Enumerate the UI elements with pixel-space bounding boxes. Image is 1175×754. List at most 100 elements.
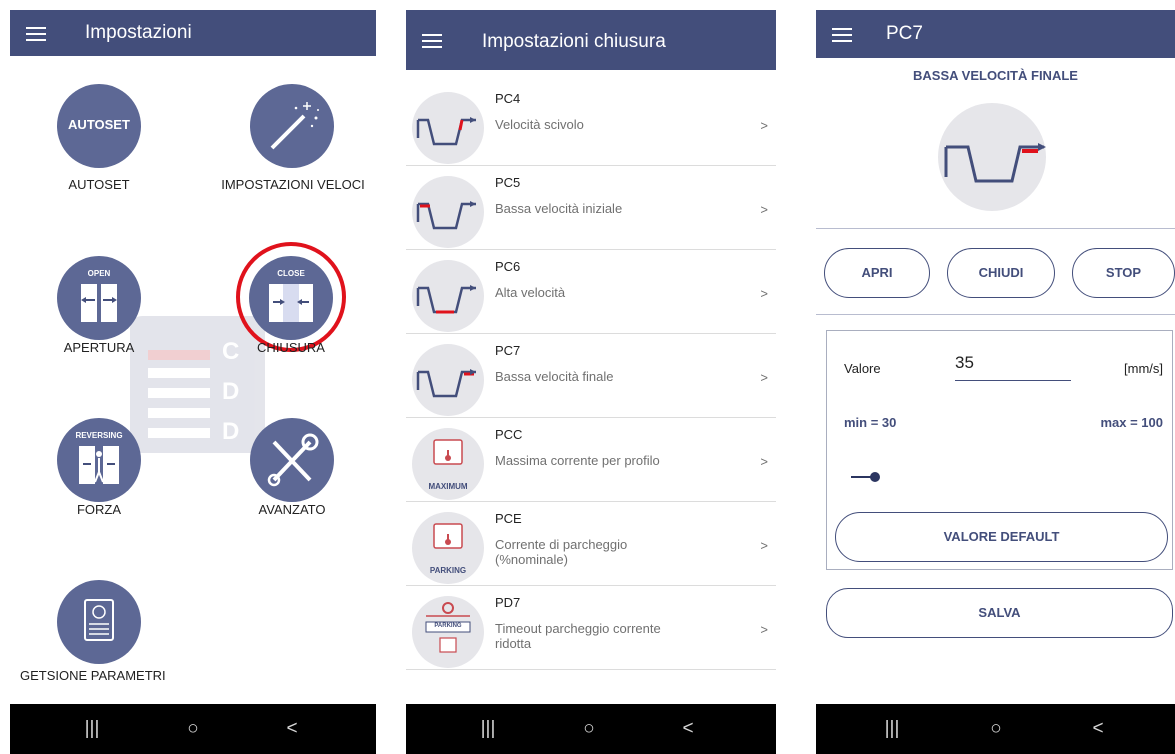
param-code: PCE [495, 511, 522, 526]
watermark-letter: D [222, 418, 240, 445]
chevron-right-icon: > [760, 118, 768, 133]
tools-icon [267, 433, 319, 487]
max-label: max = 100 [1100, 415, 1163, 430]
force-button[interactable]: REVERSING [57, 418, 141, 502]
app-bar: PC7 [816, 10, 1175, 58]
app-bar: Impostazioni [10, 10, 376, 56]
param-code: PC5 [495, 175, 521, 190]
slider-thumb[interactable] [870, 472, 880, 482]
recents-icon[interactable]: ||| [872, 718, 912, 740]
stop-button[interactable]: STOP [1072, 248, 1175, 298]
list-item-pcc[interactable]: MAXIMUM PCC Massima corrente per profilo… [406, 419, 776, 502]
maximum-badge: MAXIMUM [428, 482, 468, 491]
parameters-label: GETSIONE PARAMETRI [20, 668, 166, 683]
page-title: PC7 [886, 23, 923, 44]
chevron-right-icon: > [760, 286, 768, 301]
home-icon[interactable]: ○ [569, 718, 609, 740]
quick-settings-label: IMPOSTAZIONI VELOCI [221, 177, 365, 192]
advanced-button[interactable] [250, 418, 334, 502]
menu-icon[interactable] [832, 28, 852, 46]
value-panel: Valore 35 [mm/s] min = 30 max = 100 VALO… [826, 330, 1173, 570]
chevron-right-icon: > [760, 454, 768, 469]
param-desc: Timeout parcheggio corrente ridotta [495, 621, 661, 651]
system-nav-bar: ||| ○ < [10, 704, 376, 754]
parameters-button[interactable] [57, 580, 141, 664]
min-label: min = 30 [844, 415, 897, 430]
current-meter-icon: MAXIMUM [412, 428, 484, 500]
speed-profile-icon [412, 260, 484, 332]
reversing-icon [79, 446, 119, 484]
default-value-button[interactable]: VALORE DEFAULT [835, 512, 1168, 562]
slider-fill [851, 476, 872, 478]
value-slider[interactable] [851, 470, 1151, 484]
unit-label: [mm/s] [1124, 361, 1163, 376]
force-label: FORZA [76, 502, 122, 517]
list-item-pc5[interactable]: PC5 Bassa velocità iniziale > [406, 167, 776, 250]
document-gear-icon [84, 599, 114, 641]
back-icon[interactable]: < [1078, 718, 1118, 740]
home-icon[interactable]: ○ [173, 718, 213, 740]
opening-button[interactable]: OPEN [57, 256, 141, 340]
speed-profile-icon [938, 103, 1046, 211]
param-code: PC6 [495, 259, 521, 274]
speed-profile-icon [412, 92, 484, 164]
closing-button[interactable]: CLOSE [249, 256, 333, 340]
door-close-icon [269, 284, 313, 322]
autoset-icon-text: AUTOSET [68, 117, 130, 132]
param-desc: Massima corrente per profilo [495, 453, 660, 468]
param-desc: Corrente di parcheggio (%nominale) [495, 537, 628, 567]
list-item-pc4[interactable]: PC4 Velocità scivolo > [406, 83, 776, 166]
param-code: PD7 [495, 595, 521, 610]
menu-icon[interactable] [422, 34, 442, 52]
param-code: PC4 [495, 91, 521, 106]
list-item-pd7[interactable]: PARKING PD7 Timeout parcheggio corrente … [406, 587, 776, 670]
back-icon[interactable]: < [272, 718, 312, 740]
back-icon[interactable]: < [668, 718, 708, 740]
closing-settings-screen: Impostazioni chiusura PC4 Velocità scivo… [406, 10, 776, 754]
value-input[interactable]: 35 [955, 353, 1071, 381]
page-title: Impostazioni [85, 22, 192, 43]
parking-badge: PARKING [429, 566, 467, 575]
door-open-icon [81, 284, 117, 322]
pc7-detail-screen: PC7 BASSA VELOCITÀ FINALE APRI CHIUDI ST… [816, 10, 1175, 754]
settings-screen: Impostazioni C D D AUTOSET AUTOSET IMPOS… [10, 10, 376, 754]
system-nav-bar: ||| ○ < [816, 704, 1175, 754]
recents-icon[interactable]: ||| [72, 718, 112, 740]
watermark-logo: C D D [130, 316, 265, 453]
parking-timeout-icon: PARKING [412, 596, 484, 668]
autoset-label: AUTOSET [68, 177, 130, 192]
divider [816, 314, 1175, 315]
closing-label: CHIUSURA [257, 340, 325, 355]
chevron-right-icon: > [760, 370, 768, 385]
param-code: PCC [495, 427, 523, 442]
param-desc: Alta velocità [495, 285, 566, 300]
quick-settings-button[interactable] [250, 84, 334, 168]
system-nav-bar: ||| ○ < [406, 704, 776, 754]
autoset-button[interactable]: AUTOSET [57, 84, 141, 168]
speed-profile-icon [412, 344, 484, 416]
param-desc: Bassa velocità iniziale [495, 201, 623, 216]
recents-icon[interactable]: ||| [468, 718, 508, 740]
magic-wand-icon [270, 102, 319, 150]
divider [816, 228, 1175, 229]
parking-badge: PARKING [434, 623, 462, 629]
list-item-pc6[interactable]: PC6 Alta velocità > [406, 251, 776, 334]
home-icon[interactable]: ○ [976, 718, 1016, 740]
watermark-letter: C [222, 338, 240, 365]
advanced-label: AVANZATO [258, 502, 326, 517]
value-label: Valore [844, 361, 881, 376]
open-button[interactable]: APRI [824, 248, 930, 298]
watermark-letter: D [222, 378, 240, 405]
save-button[interactable]: SALVA [826, 588, 1173, 638]
chevron-right-icon: > [760, 202, 768, 217]
parameter-subtitle: BASSA VELOCITÀ FINALE [913, 68, 1078, 83]
close-button[interactable]: CHIUDI [947, 248, 1055, 298]
parking-current-icon: PARKING [412, 512, 484, 584]
chevron-right-icon: > [760, 622, 768, 637]
menu-icon[interactable] [26, 27, 46, 45]
opening-label: APERTURA [63, 340, 135, 355]
page-title: Impostazioni chiusura [482, 31, 666, 52]
list-item-pc7[interactable]: PC7 Bassa velocità finale > [406, 335, 776, 418]
param-desc: Bassa velocità finale [495, 369, 614, 384]
list-item-pce[interactable]: PARKING PCE Corrente di parcheggio (%nom… [406, 503, 776, 586]
